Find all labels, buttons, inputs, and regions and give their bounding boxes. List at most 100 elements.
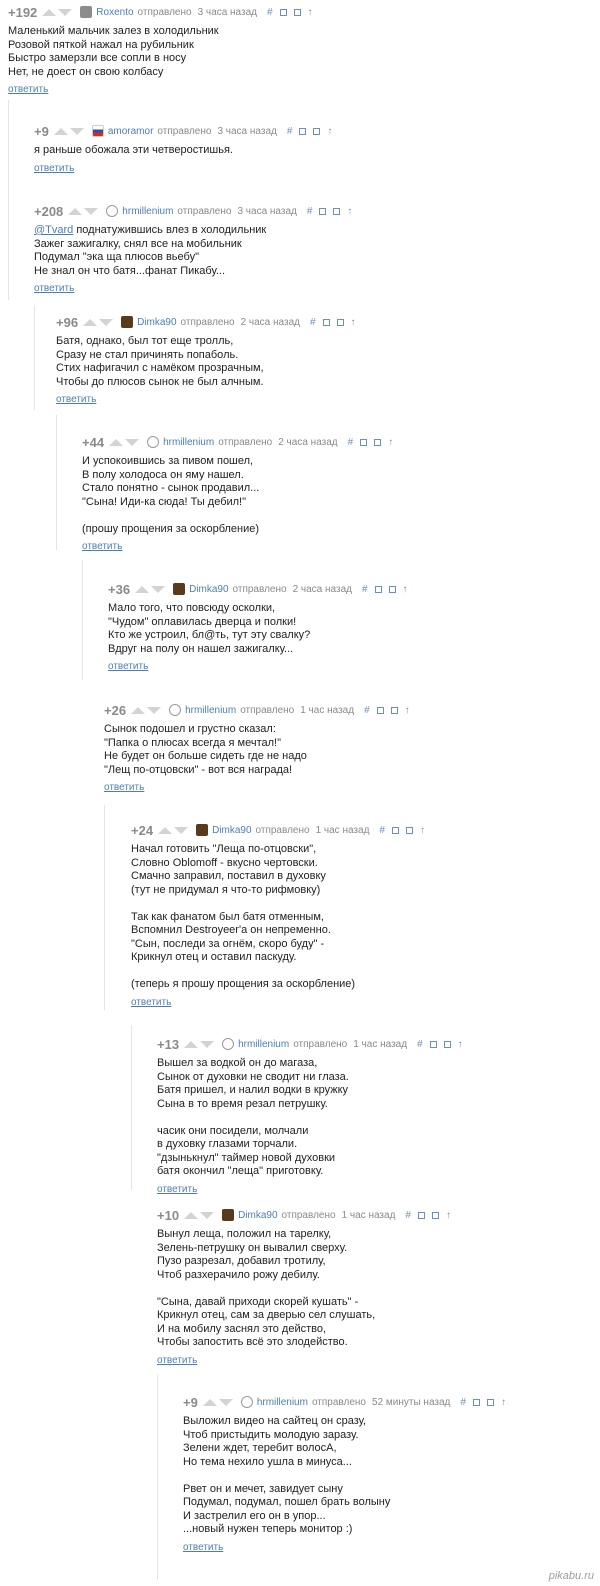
collapse-icon[interactable] — [319, 208, 327, 215]
vote-up-icon[interactable] — [202, 1398, 217, 1406]
avatar[interactable] — [80, 6, 93, 18]
vote-up-icon[interactable] — [158, 826, 173, 834]
save-icon[interactable] — [390, 707, 398, 714]
author-nick[interactable]: hrmillenium — [257, 1397, 308, 1408]
save-icon[interactable] — [405, 827, 413, 834]
collapse-icon[interactable] — [322, 319, 330, 326]
vote-up-icon[interactable] — [42, 8, 57, 16]
save-icon[interactable] — [486, 1399, 494, 1406]
save-icon[interactable] — [336, 319, 344, 326]
anchor-icon[interactable]: # — [364, 705, 370, 716]
parent-arrow-icon[interactable]: ↑ — [446, 1210, 451, 1221]
vote-up-icon[interactable] — [184, 1040, 199, 1048]
parent-arrow-icon[interactable]: ↑ — [347, 206, 352, 217]
reply-link[interactable]: ответить — [157, 1355, 197, 1366]
author-nick[interactable]: Dimka90 — [137, 317, 176, 328]
vote-up-icon[interactable] — [109, 438, 124, 446]
parent-arrow-icon[interactable]: ↑ — [458, 1039, 463, 1050]
collapse-icon[interactable] — [417, 1212, 425, 1219]
anchor-icon[interactable]: # — [362, 584, 368, 595]
parent-arrow-icon[interactable]: ↑ — [403, 584, 408, 595]
vote-down-icon[interactable] — [125, 438, 140, 446]
author-nick[interactable]: hrmillenium — [238, 1039, 289, 1050]
anchor-icon[interactable]: # — [379, 825, 385, 836]
avatar[interactable] — [121, 316, 134, 328]
collapse-icon[interactable] — [429, 1041, 437, 1048]
parent-arrow-icon[interactable]: ↑ — [351, 317, 356, 328]
author-nick[interactable]: hrmillenium — [185, 705, 236, 716]
vote-down-icon[interactable] — [151, 585, 166, 593]
avatar[interactable] — [222, 1209, 235, 1221]
anchor-icon[interactable]: # — [405, 1210, 411, 1221]
vote-up-icon[interactable] — [83, 318, 98, 326]
avatar[interactable] — [173, 583, 186, 595]
vote-up-icon[interactable] — [68, 207, 83, 215]
anchor-icon[interactable]: # — [417, 1039, 423, 1050]
save-icon[interactable] — [293, 9, 301, 16]
vote-up-icon[interactable] — [184, 1211, 199, 1219]
vote-down-icon[interactable] — [147, 706, 162, 714]
vote-up-icon[interactable] — [131, 706, 146, 714]
avatar[interactable] — [91, 125, 104, 137]
save-icon[interactable] — [374, 439, 382, 446]
vote-down-icon[interactable] — [200, 1040, 215, 1048]
save-icon[interactable] — [431, 1212, 439, 1219]
parent-arrow-icon[interactable]: ↑ — [501, 1397, 506, 1408]
save-icon[interactable] — [313, 128, 321, 135]
author-nick[interactable]: Dimka90 — [238, 1210, 277, 1221]
anchor-icon[interactable]: # — [307, 206, 313, 217]
parent-arrow-icon[interactable]: ↑ — [327, 126, 332, 137]
avatar[interactable] — [147, 436, 160, 448]
save-icon[interactable] — [443, 1041, 451, 1048]
collapse-icon[interactable] — [360, 439, 368, 446]
reply-link[interactable]: ответить — [82, 541, 122, 552]
reply-link[interactable]: ответить — [104, 782, 144, 793]
author-nick[interactable]: amoramor — [108, 126, 154, 137]
vote-down-icon[interactable] — [58, 8, 73, 16]
author-nick[interactable]: Roxento — [96, 7, 133, 18]
avatar[interactable] — [240, 1396, 253, 1408]
vote-up-icon[interactable] — [135, 585, 150, 593]
reply-link[interactable]: ответить — [108, 661, 148, 672]
anchor-icon[interactable]: # — [460, 1397, 466, 1408]
vote-down-icon[interactable] — [84, 207, 99, 215]
reply-link[interactable]: ответить — [8, 84, 48, 95]
avatar[interactable] — [106, 205, 119, 217]
vote-down-icon[interactable] — [174, 826, 189, 834]
anchor-icon[interactable]: # — [310, 317, 316, 328]
avatar[interactable] — [169, 704, 182, 716]
collapse-icon[interactable] — [374, 586, 382, 593]
parent-arrow-icon[interactable]: ↑ — [388, 437, 393, 448]
author-nick[interactable]: hrmillenium — [122, 206, 173, 217]
collapse-icon[interactable] — [472, 1399, 480, 1406]
mention-link[interactable]: @Tvard — [34, 224, 73, 236]
save-icon[interactable] — [333, 208, 341, 215]
reply-link[interactable]: ответить — [34, 283, 74, 294]
collapse-icon[interactable] — [279, 9, 287, 16]
reply-link[interactable]: ответить — [131, 997, 171, 1008]
vote-up-icon[interactable] — [53, 127, 68, 135]
reply-link[interactable]: ответить — [34, 163, 74, 174]
reply-link[interactable]: ответить — [183, 1542, 223, 1553]
avatar[interactable] — [222, 1038, 235, 1050]
author-nick[interactable]: Dimka90 — [189, 584, 228, 595]
vote-down-icon[interactable] — [218, 1398, 233, 1406]
anchor-icon[interactable]: # — [287, 126, 293, 137]
save-icon[interactable] — [388, 586, 396, 593]
parent-arrow-icon[interactable]: ↑ — [308, 7, 313, 18]
author-nick[interactable]: Dimka90 — [212, 825, 251, 836]
reply-link[interactable]: ответить — [157, 1184, 197, 1195]
vote-down-icon[interactable] — [99, 318, 114, 326]
author-nick[interactable]: hrmillenium — [163, 437, 214, 448]
anchor-icon[interactable]: # — [348, 437, 354, 448]
collapse-icon[interactable] — [376, 707, 384, 714]
parent-arrow-icon[interactable]: ↑ — [405, 705, 410, 716]
vote-down-icon[interactable] — [200, 1211, 215, 1219]
collapse-icon[interactable] — [391, 827, 399, 834]
parent-arrow-icon[interactable]: ↑ — [420, 825, 425, 836]
avatar[interactable] — [196, 824, 209, 836]
reply-link[interactable]: ответить — [56, 394, 96, 405]
anchor-icon[interactable]: # — [267, 7, 273, 18]
collapse-icon[interactable] — [299, 128, 307, 135]
vote-down-icon[interactable] — [69, 127, 84, 135]
